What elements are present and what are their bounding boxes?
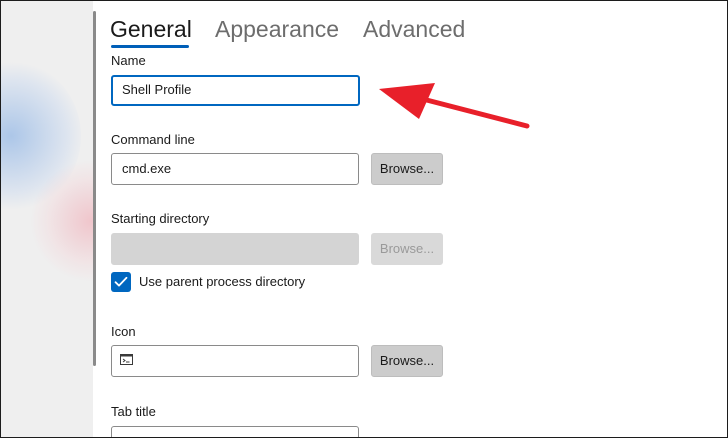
icon-label: Icon <box>111 324 136 339</box>
use-parent-process-directory-label: Use parent process directory <box>139 274 306 289</box>
tab-appearance[interactable]: Appearance <box>215 14 339 44</box>
icon-browse-button[interactable]: Browse... <box>371 345 443 377</box>
profile-settings-panel: General Appearance Advanced Name Shell P… <box>98 1 727 437</box>
command-line-field[interactable]: cmd.exe <box>111 153 359 185</box>
starting-directory-label: Starting directory <box>111 211 210 226</box>
starting-directory-field[interactable] <box>111 233 359 265</box>
tab-selected-indicator <box>111 45 189 48</box>
use-parent-process-directory-checkbox[interactable] <box>111 272 131 292</box>
console-icon <box>120 354 133 365</box>
starting-directory-browse-button[interactable]: Browse... <box>371 233 443 265</box>
navigation-pane <box>1 1 93 437</box>
name-field[interactable]: Shell Profile <box>111 75 360 106</box>
tab-title-field[interactable] <box>111 426 359 437</box>
tab-title-label: Tab title <box>111 404 156 419</box>
tab-advanced[interactable]: Advanced <box>363 14 465 44</box>
command-line-browse-button[interactable]: Browse... <box>371 153 443 185</box>
icon-field[interactable] <box>111 345 359 377</box>
checkmark-icon <box>114 276 128 287</box>
command-line-label: Command line <box>111 132 195 147</box>
name-label: Name <box>111 53 146 68</box>
scrollbar-thumb[interactable] <box>93 11 96 366</box>
window-frame: General Appearance Advanced Name Shell P… <box>0 0 728 438</box>
tab-general[interactable]: General <box>110 14 192 44</box>
